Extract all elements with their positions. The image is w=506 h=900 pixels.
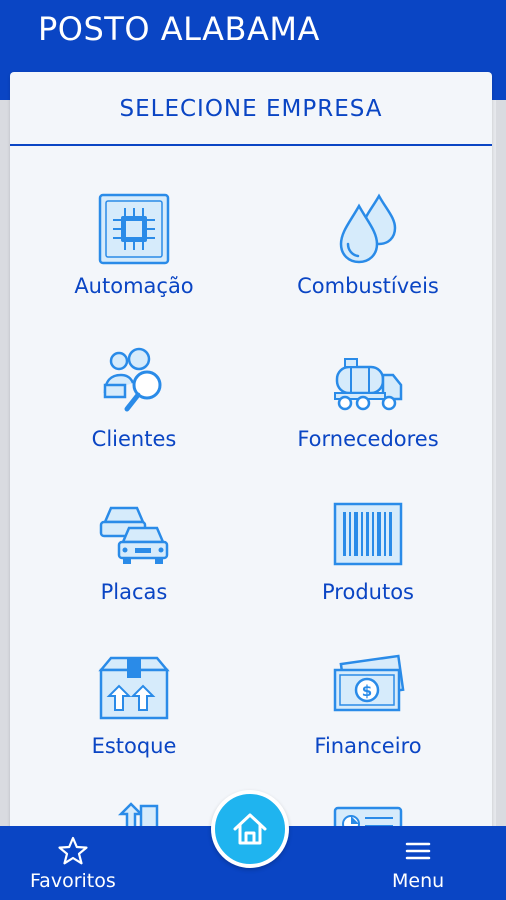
hamburger-menu-icon xyxy=(405,842,431,860)
chip-icon xyxy=(98,193,170,265)
menu-item-label: Combustíveis xyxy=(297,274,439,298)
nav-favorites[interactable]: Favoritos xyxy=(30,836,116,892)
cars-icon xyxy=(99,506,169,564)
home-icon xyxy=(233,813,267,845)
nav-favorites-label: Favoritos xyxy=(30,870,116,892)
menu-item-fornecedores[interactable]: Fornecedores xyxy=(248,345,488,485)
right-gutter xyxy=(496,100,506,830)
menu-item-produtos[interactable]: Produtos xyxy=(248,498,488,638)
nav-menu-label: Menu xyxy=(392,870,445,892)
menu-item-placas[interactable]: Placas xyxy=(14,498,254,638)
box-icon xyxy=(98,656,170,720)
home-button[interactable] xyxy=(211,790,289,868)
menu-item-label: Produtos xyxy=(322,580,414,604)
menu-item-automacao[interactable]: Automação xyxy=(14,192,254,332)
menu-item-financeiro[interactable]: $ Financeiro xyxy=(248,652,488,792)
menu-item-estoque[interactable]: Estoque xyxy=(14,652,254,792)
nav-menu[interactable]: Menu xyxy=(392,836,444,892)
left-gutter xyxy=(0,100,10,830)
menu-item-clientes[interactable]: Clientes xyxy=(14,345,254,485)
menu-item-label: Financeiro xyxy=(314,734,422,758)
menu-item-label: Placas xyxy=(100,580,168,604)
menu-item-label: Clientes xyxy=(91,427,177,451)
tanker-truck-icon xyxy=(334,358,403,411)
menu-item-label: Fornecedores xyxy=(297,427,439,451)
svg-text:$: $ xyxy=(362,682,372,700)
money-icon: $ xyxy=(333,654,405,712)
client-search-icon xyxy=(103,347,162,412)
company-selection-card: SELECIONE EMPRESA Automação Combustíveis xyxy=(10,72,492,832)
menu-item-label: Estoque xyxy=(91,734,177,758)
star-icon xyxy=(58,836,88,865)
menu-item-combustiveis[interactable]: Combustíveis xyxy=(248,192,488,332)
menu-item-label: Automação xyxy=(74,274,194,298)
panel-title: SELECIONE EMPRESA xyxy=(119,96,383,122)
panel-divider xyxy=(10,144,492,146)
fuel-drops-icon xyxy=(339,193,397,264)
app-title: POSTO ALABAMA xyxy=(38,10,320,48)
barcode-icon xyxy=(333,502,403,566)
